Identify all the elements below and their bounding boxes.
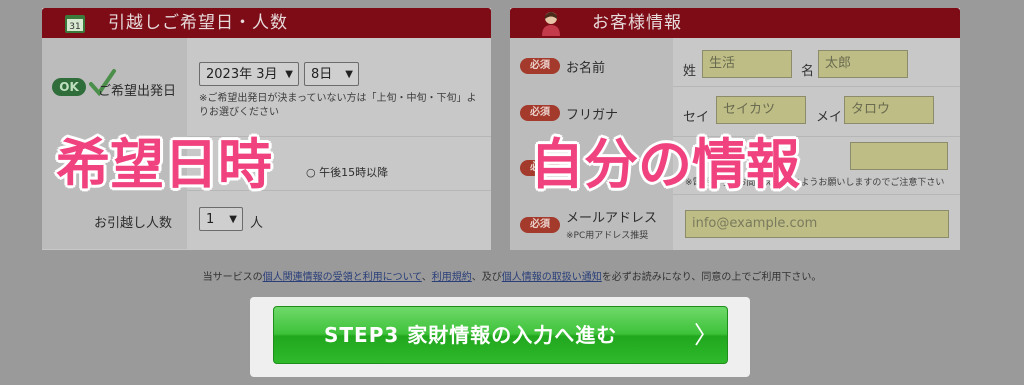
required-badge: 必須 <box>520 217 560 233</box>
privacy-notice-link[interactable]: 個人情報の取扱い通知 <box>502 272 602 283</box>
overlay-my-info: 自分の情報 <box>530 133 800 196</box>
people-select[interactable]: 1 ▼ <box>199 207 243 231</box>
chevron-down-icon: ▼ <box>285 69 293 80</box>
email-label: メールアドレス <box>566 211 658 226</box>
phone-input[interactable] <box>850 142 948 170</box>
customer-info-title: お客様情報 <box>592 13 682 33</box>
terms-notice: 当サービスの個人関連情報の受領と利用について、利用規約、及び個人情報の取扱い通知… <box>202 272 822 283</box>
day-select[interactable]: 8日 ▼ <box>304 62 359 86</box>
month-select[interactable]: 2023年 3月 ▼ <box>199 62 299 86</box>
date-label: ご希望出発日 <box>98 84 177 99</box>
calendar-icon: 31 <box>65 15 85 33</box>
ok-badge: OK <box>52 78 86 96</box>
overlay-desired-date: 希望日時 <box>56 133 272 196</box>
sei-input[interactable]: 生活 <box>702 50 792 78</box>
moving-date-title: 引越しご希望日・人数 <box>108 13 288 33</box>
time-option-label[interactable]: ○ 午後15時以降 <box>306 164 388 180</box>
email-input[interactable]: info@example.com <box>685 210 949 238</box>
required-badge: 必須 <box>520 105 560 121</box>
person-icon <box>542 12 560 36</box>
step3-next-button[interactable]: STEP3 家財情報の入力へ進む 〉 <box>273 306 728 364</box>
people-label: お引越し人数 <box>94 216 173 231</box>
sei-label: 姓 <box>683 64 697 79</box>
personal-data-link[interactable]: 個人関連情報の受領と利用について <box>263 272 422 283</box>
mei-kana-input[interactable]: タロウ <box>844 96 934 124</box>
chevron-down-icon: ▼ <box>345 69 353 80</box>
terms-link[interactable]: 利用規約 <box>432 272 472 283</box>
name-label: お名前 <box>566 61 606 76</box>
email-sub-label: ※PC用アドレス推奨 <box>566 231 649 241</box>
mei-kana-label: メイ <box>816 110 843 125</box>
step3-button-label: STEP3 家財情報の入力へ進む <box>324 323 618 347</box>
date-note: ※ご希望出発日が決まっていない方は「上旬・中旬・下旬」よりお選びください <box>199 93 477 118</box>
required-badge: 必須 <box>520 58 560 74</box>
mei-input[interactable]: 太郎 <box>818 50 908 78</box>
mei-label: 名 <box>801 64 815 79</box>
svg-text:31: 31 <box>69 22 80 32</box>
customer-info-header: お客様情報 <box>510 8 960 38</box>
people-unit: 人 <box>250 216 264 231</box>
chevron-down-icon: ▼ <box>229 214 237 225</box>
moving-date-header: 31 引越しご希望日・人数 <box>42 8 491 38</box>
chevron-right-icon: 〉 <box>694 321 718 349</box>
